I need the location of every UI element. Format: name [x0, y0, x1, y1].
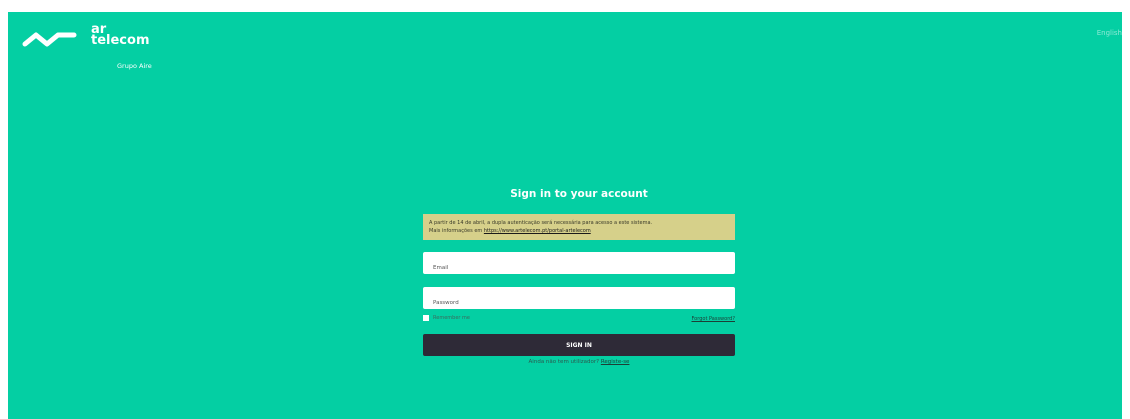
- register-link[interactable]: Registe-se: [601, 359, 630, 365]
- remember-me-label: Remember me: [433, 315, 470, 321]
- login-page: ar telecom Grupo Aire English Sign in to…: [8, 12, 1122, 419]
- ar-telecom-logo-mark-icon: [22, 32, 77, 47]
- logo-subtitle: Grupo Aire: [117, 62, 152, 70]
- language-selector[interactable]: English: [1097, 29, 1122, 37]
- remember-me-checkbox[interactable]: [423, 315, 429, 321]
- remember-me[interactable]: Remember me: [423, 315, 470, 321]
- password-field[interactable]: [433, 300, 713, 306]
- notice-line-1: A partir de 14 de abril, a dupla autenti…: [429, 220, 653, 226]
- email-field[interactable]: [433, 265, 713, 271]
- password-field-container: [423, 287, 735, 309]
- register-prompt: Ainda não tem utilizador? Registe-se: [423, 359, 735, 365]
- register-prefix: Ainda não tem utilizador?: [528, 359, 601, 365]
- login-form: Sign in to your account A partir de 14 d…: [423, 186, 735, 365]
- logo-line-telecom: telecom: [91, 33, 150, 48]
- sign-in-button[interactable]: SIGN IN: [423, 334, 735, 356]
- notice-line-2: Mais informações em https://www.arteleco…: [429, 227, 735, 235]
- email-field-container: [423, 252, 735, 274]
- notice-link[interactable]: https://www.artelecom.pt/portal-arteleco…: [484, 228, 591, 234]
- logo-wordmark: ar telecom: [91, 23, 150, 48]
- notice-prefix: Mais informações em: [429, 228, 484, 234]
- forgot-password-link[interactable]: Forgot Password?: [691, 316, 735, 322]
- options-row: Remember me Forgot Password?: [423, 315, 735, 324]
- ar-telecom-logo[interactable]: ar telecom Grupo Aire: [22, 23, 162, 74]
- two-factor-notice: A partir de 14 de abril, a dupla autenti…: [423, 214, 735, 240]
- page-title: Sign in to your account: [510, 188, 648, 200]
